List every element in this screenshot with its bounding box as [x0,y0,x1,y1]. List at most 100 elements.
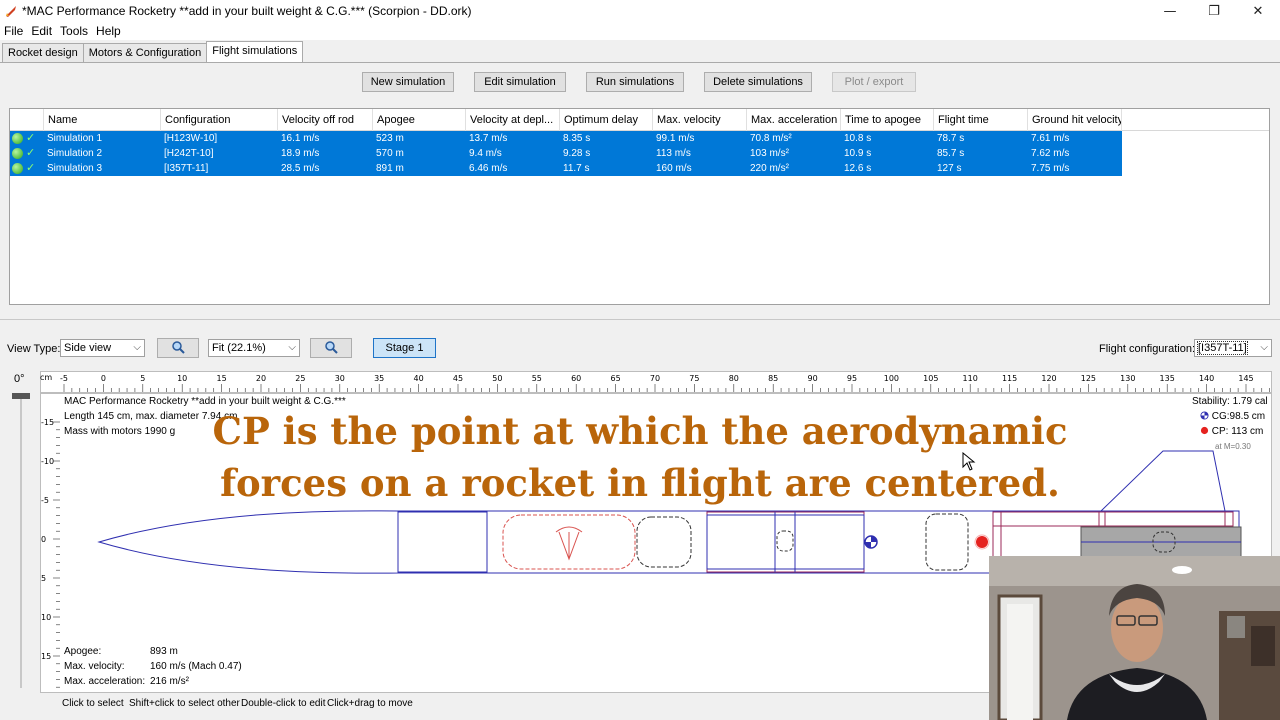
column-header-velocity-off-rod[interactable]: Velocity off rod [278,109,373,131]
column-header-name[interactable]: Name [44,109,161,131]
zoom-select[interactable]: Fit (22.1%) ⌵ [208,339,300,357]
column-header-time-to-apogee[interactable]: Time to apogee [841,109,934,131]
cell-max-velocity: 160 m/s [656,163,692,174]
run-simulations-button[interactable]: Run simulations [586,72,684,92]
coupler[interactable] [706,511,865,573]
status-ok-icon [12,163,23,174]
ruler-tick-label: 135 [1160,374,1175,383]
ruler-tick-label: 70 [650,374,660,383]
new-simulation-button[interactable]: New simulation [362,72,454,92]
slider-thumb[interactable] [12,393,30,399]
chevron-down-icon: ⌵ [133,342,141,353]
tab-rocket-design[interactable]: Rocket design [2,43,84,62]
tab-divider [0,62,1280,63]
cell-optimum-delay: 11.7 s [563,163,590,174]
edit-simulation-button[interactable]: Edit simulation [474,72,566,92]
ruler-tick-label: -5 [41,496,49,505]
fin[interactable] [1099,450,1226,512]
cell-velocity-at-deployment: 13.7 m/s [469,133,508,144]
rotation-slider[interactable] [10,388,32,688]
cg-marker[interactable] [864,535,878,549]
cell-flight-time: 78.7 s [937,133,965,144]
max-velocity-label: Max. velocity: [64,661,125,672]
cell-name: Simulation 3 [47,163,103,174]
cell-flight-time: 85.7 s [937,148,965,159]
zoom-out-button[interactable] [310,338,352,358]
menu-help[interactable]: Help [96,24,121,38]
main-parachute[interactable] [925,513,969,571]
cp-readout: CP: 113 cm [1200,426,1263,437]
minimize-button[interactable]: — [1148,0,1192,22]
tab-motors-configuration[interactable]: Motors & Configuration [82,43,208,62]
rocket-mass: Mass with motors 1990 g [64,426,176,437]
menu-file[interactable]: File [4,24,23,38]
ruler-unit-label: cm [40,373,53,382]
ruler-tick-label: 110 [963,374,978,383]
ruler-tick-label: 15 [217,374,227,383]
cell-optimum-delay: 8.35 s [563,133,591,144]
cell-velocity-off-rod: 18.9 m/s [281,148,320,159]
cell-max-acceleration: 103 m/s² [750,148,789,159]
table-row[interactable]: ✓ Simulation 3 [I357T-11] 28.5 m/s 891 m… [10,161,1122,176]
column-header-max-velocity[interactable]: Max. velocity [653,109,747,131]
coupler-inner[interactable] [706,514,865,570]
cell-apogee: 523 m [376,133,404,144]
ruler-tick-label: 90 [808,374,818,383]
split-pane-divider[interactable] [0,319,1280,324]
chevron-down-icon: ⌵ [288,342,296,353]
eye-bolt[interactable] [776,530,794,552]
table-row[interactable]: ✓ Simulation 2 [H242T-10] 18.9 m/s 570 m… [10,146,1122,161]
mach-readout: at M=0.30 [1215,442,1251,451]
close-button[interactable]: ✕ [1236,0,1280,22]
ruler-tick-label: -15 [41,418,54,427]
table-row[interactable]: ✓ Simulation 1 [H123W-10] 16.1 m/s 523 m… [10,131,1122,146]
flight-configuration-select[interactable]: [I357T-11] ⌵ [1194,339,1272,357]
cp-marker[interactable] [974,534,990,550]
magnifier-plus-icon [172,341,185,354]
simulations-table: Name Configuration Velocity off rod Apog… [9,108,1270,305]
hint-shift-click: Shift+click to select other [129,698,240,709]
cell-max-velocity: 99.1 m/s [656,133,695,144]
column-header-apogee[interactable]: Apogee [373,109,466,131]
tab-flight-simulations[interactable]: Flight simulations [206,41,304,62]
column-header-flight-time[interactable]: Flight time [934,109,1028,131]
motor-mount[interactable] [992,511,1234,527]
payload-bay[interactable] [397,511,488,573]
status-column-header[interactable] [10,109,44,131]
cell-velocity-off-rod: 28.5 m/s [281,163,320,174]
shock-cord[interactable] [636,516,692,568]
main-tabs: Rocket design Motors & Configuration Fli… [2,41,304,63]
caption-line-2: forces on a rocket in flight are centere… [220,461,1060,505]
checkmark-icon: ✓ [26,161,36,174]
ruler-tick-label: 0 [41,535,46,544]
chevron-down-icon: ⌵ [1260,342,1268,353]
ruler-tick-label: 25 [295,374,305,383]
cell-velocity-at-deployment: 9.4 m/s [469,148,502,159]
ruler-tick-label: 15 [41,652,51,661]
cell-time-to-apogee: 10.9 s [844,148,872,159]
ruler-tick-label: 130 [1120,374,1135,383]
delete-simulations-button[interactable]: Delete simulations [704,72,812,92]
zoom-in-button[interactable] [157,338,199,358]
caption-line-1: CP is the point at which the aerodynamic [212,409,1068,453]
maximize-button[interactable]: ❐ [1192,0,1236,22]
ruler-tick-label: -5 [60,374,68,383]
column-header-velocity-at-deployment[interactable]: Velocity at depl... [466,109,560,131]
view-type-select[interactable]: Side view ⌵ [60,339,145,357]
column-header-max-acceleration[interactable]: Max. acceleration [747,109,841,131]
menu-tools[interactable]: Tools [60,24,88,38]
menu-edit[interactable]: Edit [31,24,52,38]
column-header-configuration[interactable]: Configuration [161,109,278,131]
title-bar: *MAC Performance Rocketry **add in your … [0,0,1280,22]
nose-cone[interactable] [97,510,399,574]
plot-export-button[interactable]: Plot / export [832,72,916,92]
menu-bar: File Edit Tools Help [0,22,1280,40]
ruler-tick-label: 95 [847,374,857,383]
column-header-optimum-delay[interactable]: Optimum delay [560,109,653,131]
stage-1-toggle[interactable]: Stage 1 [373,338,436,358]
ruler-tick-label: 30 [335,374,345,383]
rotation-angle-label: 0° [14,373,25,385]
column-header-ground-hit-velocity[interactable]: Ground hit velocity [1028,109,1122,131]
hint-click-select: Click to select [62,698,124,709]
ruler-tick-label: 145 [1238,374,1253,383]
